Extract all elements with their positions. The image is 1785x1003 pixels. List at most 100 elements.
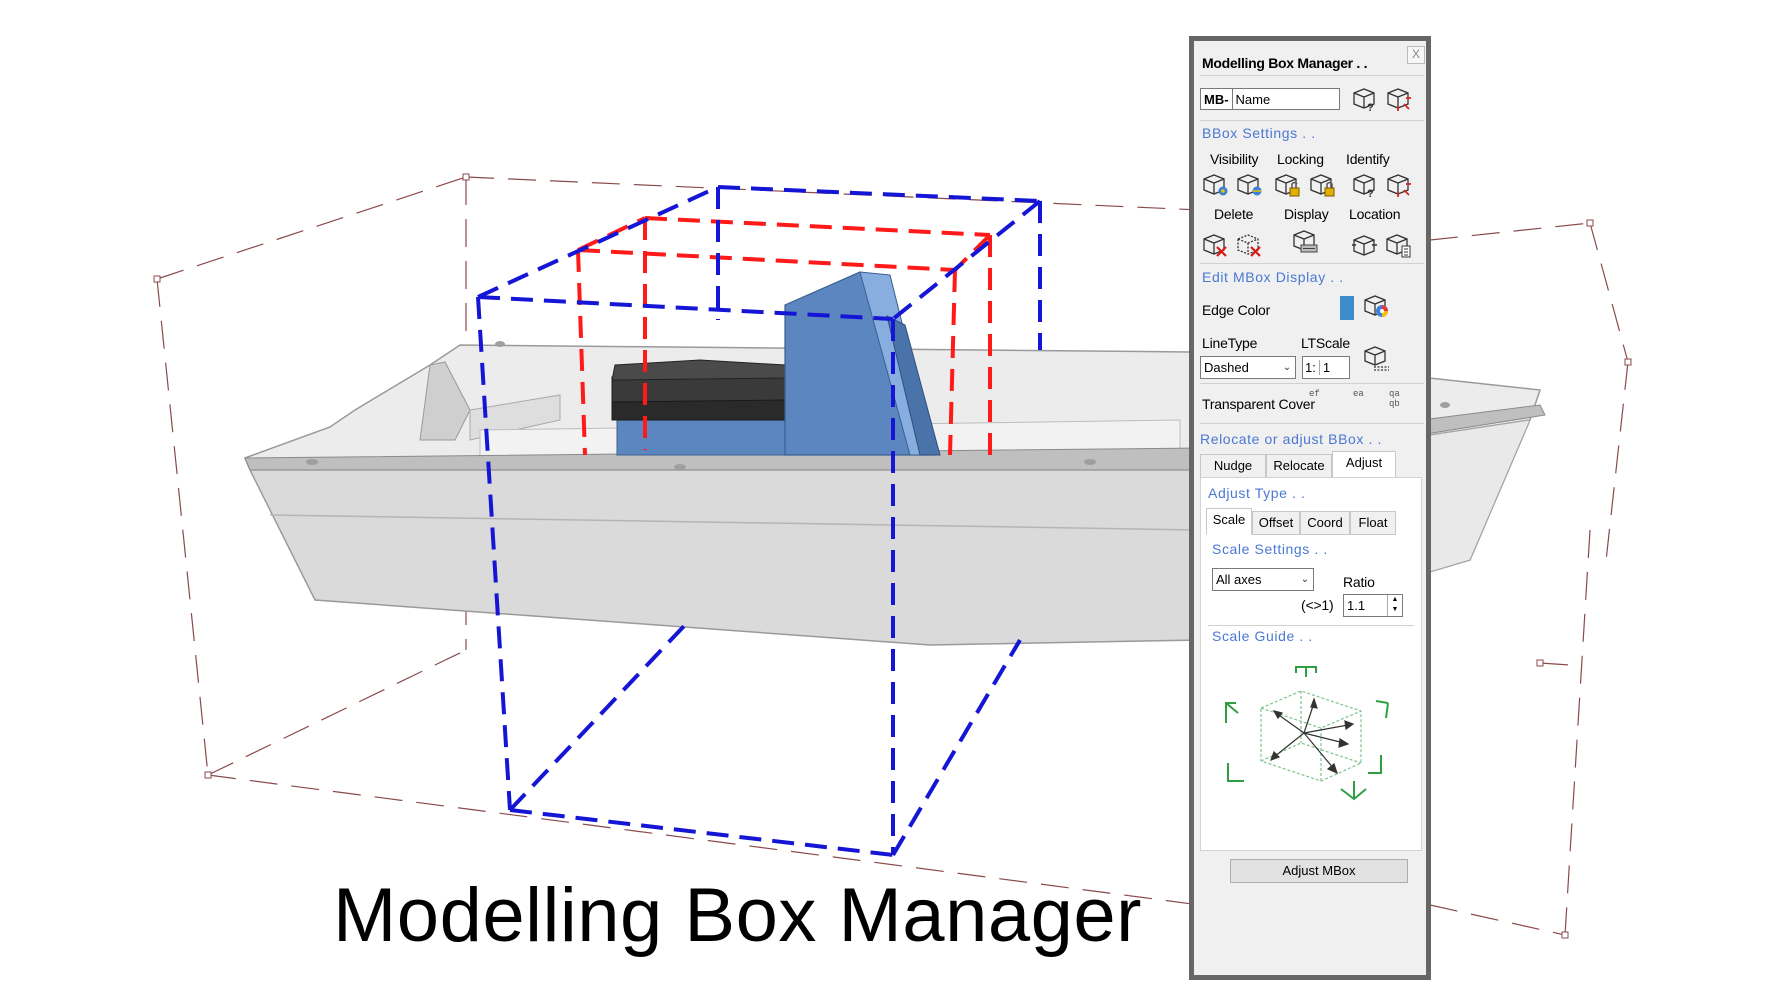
stepper-up-icon[interactable]: ▲ [1388,595,1402,605]
cover-on-button[interactable]: ef [1306,385,1336,415]
identify-query-button[interactable]: ? [1349,169,1379,199]
visibility-label: Visibility [1210,151,1259,167]
cover-toggle-button[interactable]: qa qb [1380,385,1410,415]
scale-guide-diagram [1216,663,1396,803]
box-delete-all-icon [1237,234,1261,257]
unlock-box-button[interactable] [1272,169,1302,199]
svg-text:qa: qa [1389,389,1400,399]
close-button[interactable]: X [1407,46,1425,64]
divider [1200,75,1424,76]
location-label: Location [1349,206,1401,222]
tab-relocate[interactable]: Relocate [1266,454,1332,478]
box-location-icon [1352,235,1377,256]
mbox-name-prefix: MB- [1201,89,1233,109]
relocate-tabs: Nudge Relocate Adjust [1200,451,1396,478]
delete-box-button[interactable] [1200,229,1230,259]
tab-nudge[interactable]: Nudge [1200,454,1266,478]
ltscale-prefix: 1: [1305,360,1320,375]
adjust-type-header: Adjust Type . . [1208,485,1306,501]
box-identify-icon [1387,174,1411,197]
edge-color-swatch[interactable] [1340,296,1354,320]
ratio-stepper[interactable]: 1.1 ▲ ▼ [1343,594,1403,617]
box-display-icon [1293,230,1318,253]
pick-color-button[interactable] [1361,290,1391,320]
ltscale-value[interactable]: 1 [1320,360,1330,375]
find-box-button[interactable]: ? [1349,83,1379,113]
box-delete-icon [1203,234,1227,257]
cover-on-icon: ef [1309,389,1320,399]
display-label: Display [1284,206,1329,222]
box-unlock-icon [1275,174,1300,197]
box-query-icon: ? [1353,174,1375,198]
box-identify-icon [1387,88,1411,111]
linetype-label: LineType [1202,335,1258,351]
edge-color-label: Edge Color [1202,302,1271,318]
divider [1208,625,1414,626]
identify-flash-button[interactable] [1383,169,1413,199]
edit-display-header: Edit MBox Display . . [1202,269,1344,285]
location-list-button[interactable] [1383,229,1413,259]
show-box-button[interactable] [1200,169,1230,199]
transparent-cover-label: Transparent Cover [1202,396,1315,412]
lock-box-button[interactable] [1307,169,1337,199]
adjust-type-tabs: Scale Offset Coord Float [1206,508,1396,535]
box-query-icon: ? [1353,88,1375,112]
tab-float[interactable]: Float [1350,511,1396,535]
scale-settings-header: Scale Settings . . [1212,541,1328,557]
scale-guide-header: Scale Guide . . [1212,628,1313,644]
apply-linetype-button[interactable] [1361,342,1391,372]
divider [1200,423,1424,424]
axes-value: All axes [1216,572,1262,587]
svg-text:ef: ef [1309,389,1320,399]
divider [1200,120,1424,121]
display-box-button[interactable] [1290,225,1320,255]
location-box-button[interactable] [1349,229,1379,259]
tab-adjust[interactable]: Adjust [1332,451,1396,478]
box-hidden-icon [1237,174,1262,196]
tab-scale[interactable]: Scale [1206,508,1252,535]
scale-guide-icon [1225,666,1389,801]
panel-title: Modelling Box Manager . . [1202,55,1368,71]
linetype-value: Dashed [1204,360,1249,375]
mbox-name-input[interactable] [1232,91,1339,107]
adjust-mbox-button[interactable]: Adjust MBox [1230,859,1408,883]
box-linetype-icon [1364,346,1389,371]
delete-label: Delete [1214,206,1254,222]
svg-text:qb: qb [1389,399,1400,409]
locking-label: Locking [1277,151,1324,167]
viewport-3d[interactable] [0,0,1785,1003]
stepper-down-icon[interactable]: ▼ [1388,605,1402,615]
svg-text:?: ? [1367,188,1374,198]
bbox-settings-header: BBox Settings . . [1202,125,1316,141]
axes-select[interactable]: All axes ⌄ [1212,568,1314,591]
modelling-box-manager-panel: Modelling Box Manager . . X MB- ? BBox S… [1189,36,1431,980]
divider [1200,383,1424,384]
divider [1200,263,1424,264]
identify-box-button[interactable] [1383,83,1413,113]
cover-off-button[interactable]: ea [1344,385,1374,415]
cover-toggle-icon: qaqb [1389,389,1400,409]
hide-box-button[interactable] [1234,169,1264,199]
ratio-value[interactable]: 1.1 [1347,598,1365,613]
box-lock-icon [1310,174,1335,197]
svg-text:?: ? [1367,102,1374,112]
cover-off-icon: ea [1353,389,1364,399]
svg-text:ea: ea [1353,389,1364,399]
ltscale-field[interactable]: 1: 1 [1302,356,1350,379]
tab-offset[interactable]: Offset [1252,511,1300,535]
relocate-header: Relocate or adjust BBox . . [1200,431,1382,447]
chevron-down-icon: ⌄ [1300,574,1310,585]
ratio-hint: (<>1) [1301,597,1334,613]
ltscale-label: LTScale [1301,335,1350,351]
delete-all-button[interactable] [1234,229,1264,259]
mbox-name-field[interactable]: MB- [1200,88,1340,110]
box-visible-icon [1203,174,1228,196]
ratio-label: Ratio [1343,574,1375,590]
stepper-arrows[interactable]: ▲ ▼ [1387,595,1402,616]
box-location-list-icon [1386,234,1411,258]
color-wheel-icon [1364,295,1388,317]
tab-coord[interactable]: Coord [1300,511,1350,535]
identify-label: Identify [1346,151,1390,167]
chevron-down-icon: ⌄ [1282,362,1292,373]
linetype-select[interactable]: Dashed ⌄ [1200,356,1296,379]
